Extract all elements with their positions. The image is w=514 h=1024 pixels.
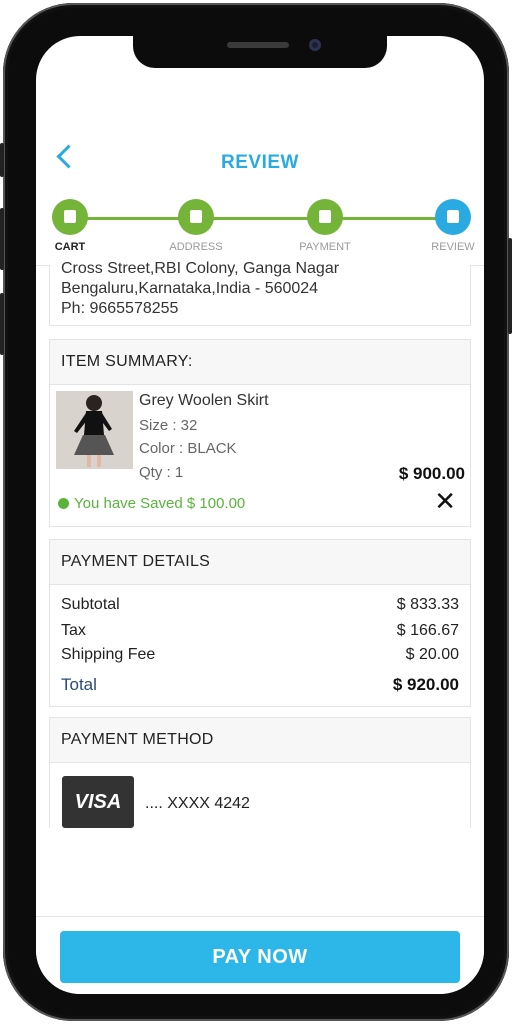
total-value: $ 920.00: [392, 675, 459, 694]
subtotal-row: Subtotal $ 833.33: [61, 596, 459, 614]
tax-row: Tax $ 166.67: [61, 622, 459, 640]
step-payment[interactable]: PAYMENT: [290, 199, 360, 253]
tax-label: Tax: [61, 622, 86, 639]
step-address[interactable]: ADDRESS: [161, 199, 231, 253]
step-review[interactable]: REVIEW: [418, 199, 484, 253]
power-button: [508, 238, 512, 334]
product-size: Size : 32: [139, 417, 198, 434]
step-label: PAYMENT: [299, 241, 351, 253]
phone-frame: REVIEW CART ADDRESS PAYMENT REVIEW Cross: [0, 3, 512, 1021]
payment-details-heading: PAYMENT DETAILS: [50, 540, 470, 585]
cart-icon: [52, 199, 88, 235]
subtotal-label: Subtotal: [61, 596, 120, 613]
step-cart[interactable]: CART: [36, 199, 105, 253]
tax-value: $ 166.67: [396, 622, 459, 639]
product-name[interactable]: Grey Woolen Skirt: [139, 392, 269, 410]
camera: [309, 39, 321, 51]
pay-now-button[interactable]: PAY NOW: [60, 931, 460, 983]
checkout-stepper: CART ADDRESS PAYMENT REVIEW: [36, 199, 484, 266]
payment-details-card: PAYMENT DETAILS Subtotal $ 833.33 Tax $ …: [49, 539, 471, 707]
volume-down-button: [0, 293, 4, 355]
product-price: $ 900.00: [398, 464, 465, 483]
stepper-line: [66, 217, 454, 220]
product-image[interactable]: [56, 391, 133, 469]
volume-up-button: [0, 208, 4, 270]
document-icon: [435, 199, 471, 235]
payment-method-card: PAYMENT METHOD VISA .... XXXX 4242: [49, 717, 471, 828]
step-label: CART: [54, 241, 86, 253]
shipping-label: Shipping Fee: [61, 646, 156, 663]
card-number[interactable]: .... XXXX 4242: [145, 795, 250, 813]
shipping-row: Shipping Fee $ 20.00: [61, 646, 459, 664]
mute-switch: [0, 143, 4, 177]
speaker: [227, 42, 289, 48]
screen: REVIEW CART ADDRESS PAYMENT REVIEW Cross: [36, 36, 484, 994]
shipping-address-card: Cross Street,RBI Colony, Ganga Nagar Ben…: [49, 260, 471, 326]
item-summary-heading: ITEM SUMMARY:: [50, 340, 470, 385]
product-color: Color : BLACK: [139, 440, 237, 457]
total-row: Total $ 920.00: [61, 675, 459, 695]
close-icon[interactable]: ✕: [434, 488, 456, 514]
header: REVIEW: [36, 140, 484, 180]
address-line: Cross Street,RBI Colony, Ganga Nagar: [61, 260, 340, 277]
footer: PAY NOW: [36, 916, 484, 994]
visa-card-icon[interactable]: VISA: [62, 776, 134, 828]
savings-note: You have Saved $ 100.00: [58, 495, 245, 512]
shipping-value: $ 20.00: [405, 646, 459, 663]
check-circle-icon: [58, 498, 69, 509]
step-label: REVIEW: [431, 241, 475, 253]
notch: [133, 36, 387, 68]
credit-card-icon: [307, 199, 343, 235]
page-title: REVIEW: [221, 152, 299, 173]
subtotal-value: $ 833.33: [396, 596, 459, 613]
item-summary-card: ITEM SUMMARY: Grey Woolen Skirt Size : 3…: [49, 339, 471, 527]
address-phone: Ph: 9665578255: [61, 300, 179, 317]
address-line: Bengaluru,Karnataka,India - 560024: [61, 280, 319, 297]
product-qty: Qty : 1: [139, 464, 184, 481]
step-label: ADDRESS: [169, 241, 223, 253]
total-label: Total: [61, 675, 97, 694]
payment-method-heading: PAYMENT METHOD: [50, 718, 470, 763]
address-book-icon: [178, 199, 214, 235]
savings-text: You have Saved $ 100.00: [74, 495, 246, 512]
